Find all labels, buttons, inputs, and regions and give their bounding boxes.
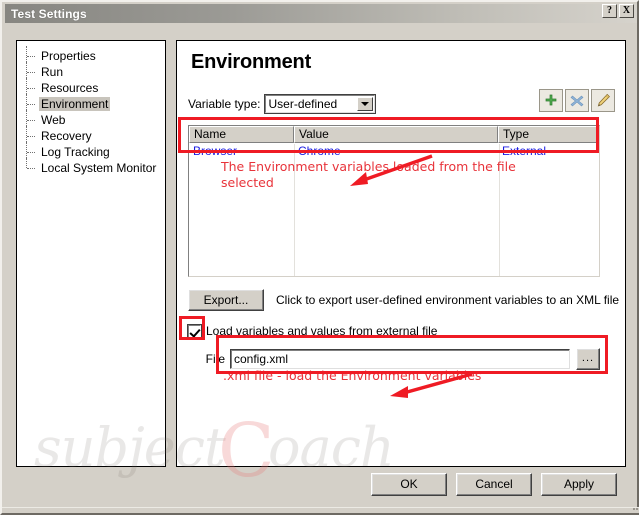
tree-item-run[interactable]: Run — [23, 62, 165, 80]
cell-name: Browser — [193, 143, 238, 158]
close-x-icon — [570, 95, 584, 106]
grid-header-value[interactable]: Value — [294, 126, 498, 143]
pencil-icon — [597, 93, 610, 107]
load-external-checkbox[interactable] — [187, 323, 202, 339]
grid-header-name[interactable]: Name — [189, 126, 294, 143]
tree-item-local-system-monitor[interactable]: Local System Monitor — [23, 158, 165, 176]
cancel-button[interactable]: Cancel — [456, 473, 532, 496]
tree-branch-icon — [23, 158, 39, 176]
close-button[interactable]: X — [619, 4, 634, 18]
page-title: Environment — [191, 51, 312, 73]
file-label: File — [205, 352, 225, 366]
tree-item-label: Web — [41, 113, 66, 127]
grid-header-type[interactable]: Type — [498, 126, 599, 143]
apply-button[interactable]: Apply — [541, 473, 617, 496]
settings-tree: Properties Run Resources Environment Web — [17, 41, 165, 176]
variable-type-row: Variable type: User-defined — [188, 94, 376, 114]
load-external-row: Load variables and values from external … — [187, 323, 438, 339]
annotation-file-text: .xml file - load the Environment variabl… — [223, 368, 482, 383]
title-bar-buttons: ? X — [602, 4, 634, 18]
window-title: Test Settings — [11, 6, 87, 21]
environment-variables-grid[interactable]: Name Value Type Browser Chrome External — [188, 125, 600, 277]
export-button[interactable]: Export... — [188, 289, 264, 311]
tree-item-label: Environment — [39, 97, 111, 111]
cell-value: Chrome — [298, 143, 341, 158]
tree-item-web[interactable]: Web — [23, 110, 165, 128]
help-button[interactable]: ? — [602, 4, 617, 18]
export-row: Export... Click to export user-defined e… — [188, 289, 619, 311]
status-bar — [2, 507, 639, 513]
file-row: File config.xml ... — [188, 348, 600, 370]
edit-variable-button[interactable] — [591, 89, 615, 112]
tree-item-label: Log Tracking — [41, 145, 110, 159]
export-help-text: Click to export user-defined environment… — [276, 293, 620, 307]
title-bar: Test Settings — [5, 4, 637, 23]
test-settings-window: Test Settings ? X Properties Run Resourc… — [0, 0, 639, 515]
grid-header-row: Name Value Type — [189, 126, 599, 143]
variable-type-select[interactable]: User-defined — [263, 94, 376, 114]
browse-file-button[interactable]: ... — [576, 348, 600, 370]
tree-item-recovery[interactable]: Recovery — [23, 126, 165, 144]
cell-type: External — [502, 143, 547, 158]
tree-item-properties[interactable]: Properties — [23, 46, 165, 64]
tree-item-resources[interactable]: Resources — [23, 78, 165, 96]
variable-type-label: Variable type: — [188, 97, 261, 111]
chevron-down-icon[interactable] — [356, 97, 373, 111]
dialog-button-bar: OK Cancel Apply — [2, 473, 639, 497]
variable-toolbar — [539, 89, 615, 112]
file-path-input[interactable]: config.xml — [230, 349, 570, 369]
load-external-label: Load variables and values from external … — [206, 324, 438, 338]
tree-item-label: Recovery — [41, 129, 92, 143]
resize-grip-icon[interactable] — [629, 506, 639, 512]
tree-item-label: Properties — [41, 49, 96, 63]
delete-variable-button[interactable] — [565, 89, 589, 112]
tree-item-label: Local System Monitor — [41, 161, 157, 175]
environment-settings-panel: Environment Variable type: User-defined — [176, 40, 626, 467]
tree-item-label: Run — [41, 65, 64, 79]
settings-tree-panel: Properties Run Resources Environment Web — [16, 40, 166, 467]
annotation-grid-text: The Environment variables loaded from th… — [221, 159, 516, 190]
tree-item-environment[interactable]: Environment — [23, 94, 165, 112]
variable-type-value: User-defined — [268, 97, 338, 111]
tree-item-log-tracking[interactable]: Log Tracking — [23, 142, 165, 160]
plus-icon — [545, 94, 557, 105]
tree-item-label: Resources — [41, 81, 99, 95]
add-variable-button[interactable] — [539, 89, 563, 112]
table-row[interactable]: Browser Chrome External — [189, 143, 599, 159]
ok-button[interactable]: OK — [371, 473, 447, 496]
